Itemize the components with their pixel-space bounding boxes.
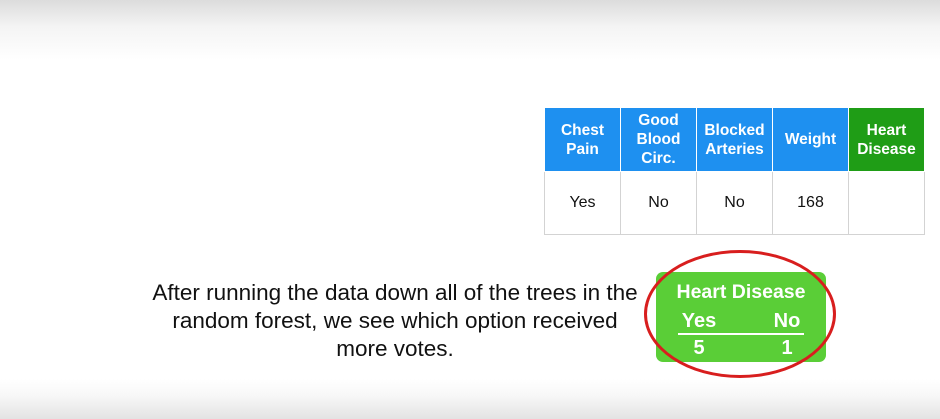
vote-no-label: No: [773, 310, 801, 332]
patient-data-table: Chest Pain Good Blood Circ. Blocked Arte…: [544, 107, 925, 235]
explanation-caption: After running the data down all of the t…: [152, 280, 638, 361]
top-shadow: [0, 0, 940, 60]
vote-yes-label: Yes: [681, 310, 717, 332]
header-good-blood-circ: Good Blood Circ.: [620, 107, 697, 172]
bottom-shadow: [0, 379, 940, 419]
vote-yes-count: 5: [693, 337, 705, 359]
vote-tally-title: Heart Disease: [676, 281, 806, 303]
vote-no-count: 1: [781, 337, 793, 359]
cell-blocked-arteries: No: [696, 171, 773, 235]
header-chest-pain: Chest Pain: [544, 107, 621, 172]
cell-chest-pain: Yes: [544, 171, 621, 235]
cell-heart-disease: [848, 171, 925, 235]
vote-divider-line: [678, 333, 804, 335]
cell-good-blood-circ: No: [620, 171, 697, 235]
header-weight: Weight: [772, 107, 849, 172]
vote-tally-box: Heart Disease Yes No 5 1: [656, 272, 826, 362]
table-row: Yes No No 168: [544, 171, 925, 235]
header-heart-disease: Heart Disease: [848, 107, 925, 172]
cell-weight: 168: [772, 171, 849, 235]
table-header-row: Chest Pain Good Blood Circ. Blocked Arte…: [544, 107, 925, 172]
header-blocked-arteries: Blocked Arteries: [696, 107, 773, 172]
